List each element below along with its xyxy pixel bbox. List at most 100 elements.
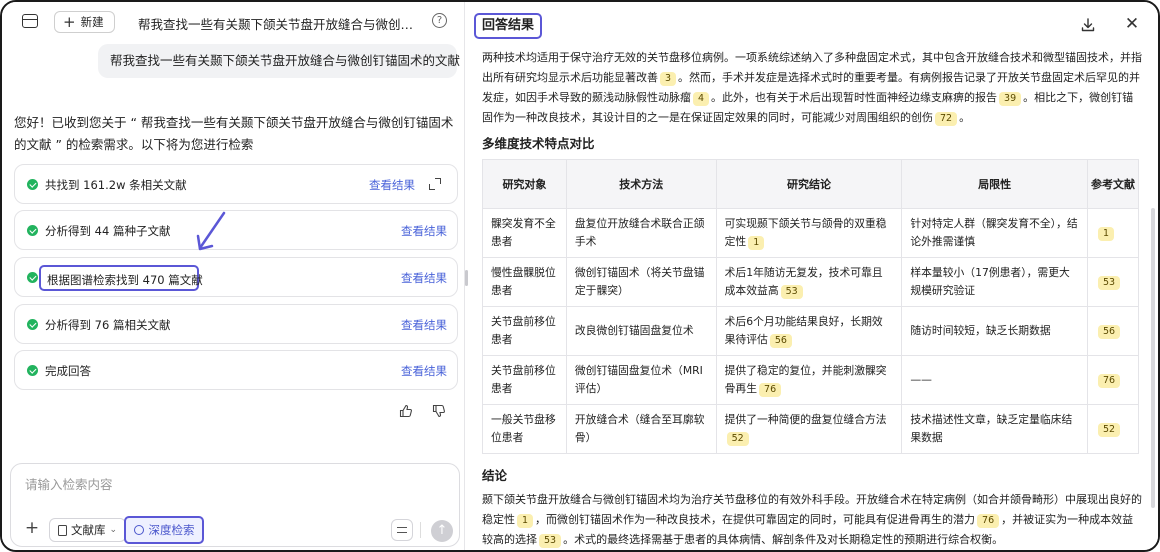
column-header: 研究结论 [715, 159, 903, 209]
intro-text: 。此外，也有关于术后出现暂时性面神经边缘支麻痹的报告 [711, 91, 998, 104]
plus-icon: + [63, 12, 76, 31]
library-select[interactable]: 文献库 ⌄ [49, 518, 127, 542]
cell-subject: 髁突发育不全患者 [482, 208, 567, 258]
cell-conclusion: 术后6个月功能结果良好，长期效果待评估 56 [715, 306, 903, 356]
cell-method: 微创钉锚固术（将关节盘锚定于髁突） [565, 257, 717, 307]
expand-icon[interactable] [429, 178, 441, 190]
step-text: 共找到 161.2w 条相关文献 [45, 178, 187, 192]
column-header: 参考文献 [1086, 159, 1140, 209]
column-header: 技术方法 [565, 159, 717, 209]
deep-search-button[interactable]: 深度检索 [124, 516, 204, 544]
step-card: 完成回答 查看结果 [14, 350, 458, 390]
view-results-link[interactable]: 查看结果 [401, 270, 447, 286]
cell-subject: 关节盘前移位患者 [482, 306, 567, 356]
column-header: 研究对象 [482, 159, 567, 209]
send-button[interactable]: ↑ [431, 520, 453, 542]
cell-limitation: 技术描述性文章，缺乏定量临床结果数据 [901, 404, 1088, 454]
citation-badge[interactable]: 76 [977, 514, 1000, 528]
scrollbar[interactable] [1151, 208, 1155, 508]
table-header-row: 研究对象 技术方法 研究结论 局限性 参考文献 [482, 159, 1140, 209]
divider [420, 522, 421, 538]
settings-sliders-icon[interactable] [391, 519, 413, 541]
check-icon [27, 179, 38, 190]
column-header: 局限性 [901, 159, 1088, 209]
attach-plus-icon[interactable]: + [23, 520, 41, 538]
search-input-box[interactable]: 请输入检索内容 + 文献库 ⌄ 深度检索 ↑ [10, 463, 460, 547]
citation-badge[interactable]: 53 [1097, 276, 1121, 290]
cell-limitation: 随访时间较短，缺乏长期数据 [901, 306, 1088, 356]
resize-handle[interactable] [465, 270, 468, 286]
cell-method: 改良微创钉锚固盘复位术 [565, 306, 717, 356]
cell-limitation: 针对特定人群（髁突发育不全），结论外推需谨慎 [901, 208, 1088, 258]
view-results-link[interactable]: 查看结果 [401, 317, 447, 333]
chat-title: 帮我查找一些有关颞下颌关节盘开放缝合与微创钉锚固术的文献 [138, 17, 420, 32]
deep-search-icon [133, 525, 144, 535]
citation-badge[interactable]: 52 [726, 432, 749, 446]
citation-badge[interactable]: 1 [1097, 227, 1115, 241]
citation-badge[interactable]: 52 [1097, 423, 1121, 437]
step-text: 完成回答 [45, 364, 91, 378]
deep-search-label: 深度检索 [148, 523, 195, 537]
cell-conclusion: 术后1年随访无复发，技术可靠且成本效益高 53 [715, 257, 903, 307]
citation-badge[interactable]: 4 [693, 92, 710, 106]
citation-badge[interactable]: 3 [660, 72, 677, 86]
cell-conclusion: 提供了一种简便的盘复位缝合方法 52 [715, 404, 903, 454]
cell-method: 微创钉锚固盘复位术（MRI评估） [565, 355, 717, 405]
citation-badge[interactable]: 53 [780, 285, 803, 299]
cell-method: 开放缝合术（缝合至耳廓软骨） [565, 404, 717, 454]
table-row: 一般关节盘移位患者 开放缝合术（缝合至耳廓软骨） 提供了一种简便的盘复位缝合方法… [482, 404, 1140, 454]
step-text: 根据图谱检索找到 470 篇文献 [47, 273, 203, 287]
conclusion-paragraph: 颞下颌关节盘开放缝合与微创钉锚固术均为治疗关节盘移位的有效外科手段。开放缝合术在… [482, 490, 1142, 550]
citation-badge[interactable]: 76 [1097, 374, 1121, 388]
citation-badge[interactable]: 53 [539, 534, 562, 548]
download-icon[interactable] [1080, 17, 1096, 33]
chat-topbar: + 新建 帮我查找一些有关颞下颌关节盘开放缝合与微创钉锚固术的文献 ? [2, 2, 464, 42]
conclusion-text: 术后6个月功能结果良好，长期效果待评估 [724, 315, 883, 346]
citation-badge[interactable]: 39 [999, 92, 1022, 106]
chevron-down-icon: ⌄ [109, 525, 118, 535]
annotation-arrow-icon [196, 211, 226, 251]
cell-reference: 76 [1086, 355, 1140, 405]
view-results-link[interactable]: 查看结果 [401, 363, 447, 379]
conclusion-text: 术后1年随访无复发，技术可靠且成本效益高 [724, 266, 883, 297]
check-icon [27, 225, 38, 236]
library-label: 文献库 [71, 523, 106, 537]
cell-reference: 56 [1086, 306, 1140, 356]
citation-badge[interactable]: 1 [748, 236, 765, 250]
sidebar-toggle-icon[interactable] [22, 14, 38, 28]
conclusion-text: ，而微创钉锚固术作为一种改良技术，在提供可靠固定的同时，可能具有促进骨再生的潜力 [535, 513, 976, 526]
app-window: + 新建 帮我查找一些有关颞下颌关节盘开放缝合与微创钉锚固术的文献 ? 帮我查找… [0, 0, 1160, 552]
step-text: 分析得到 76 篇相关文献 [45, 318, 171, 332]
cell-limitation: —— [901, 355, 1088, 405]
step-card: 分析得到 44 篇种子文献 查看结果 [14, 210, 458, 250]
check-icon [27, 365, 38, 376]
citation-badge[interactable]: 56 [769, 334, 792, 348]
cell-subject: 慢性盘髁脱位患者 [482, 257, 567, 307]
comparison-table: 研究对象 技术方法 研究结论 局限性 参考文献 髁突发育不全患者 盘复位开放缝合… [482, 159, 1140, 454]
result-panel: 回答结果 ✕ 两种技术均适用于保守治疗无效的关节盘移位病例。一项系统综述纳入了多… [470, 2, 1158, 550]
citation-badge[interactable]: 72 [935, 112, 958, 126]
close-icon[interactable]: ✕ [1124, 16, 1140, 33]
result-title: 回答结果 [474, 13, 542, 39]
citation-badge[interactable]: 56 [1097, 325, 1121, 339]
cell-limitation: 样本量较小（17例患者），需更大规模研究验证 [901, 257, 1088, 307]
view-results-link[interactable]: 查看结果 [401, 223, 447, 239]
table-row: 关节盘前移位患者 微创钉锚固盘复位术（MRI评估） 提供了稳定的复位，并能刺激髁… [482, 355, 1140, 405]
cell-subject: 一般关节盘移位患者 [482, 404, 567, 454]
table-row: 关节盘前移位患者 改良微创钉锚固盘复位术 术后6个月功能结果良好，长期效果待评估… [482, 306, 1140, 356]
thumbs-down-icon[interactable] [432, 404, 446, 418]
help-icon[interactable]: ? [432, 13, 447, 28]
new-chat-button[interactable]: + 新建 [54, 11, 115, 33]
citation-badge[interactable]: 76 [759, 383, 782, 397]
thumbs-up-icon[interactable] [399, 404, 413, 418]
citation-badge[interactable]: 1 [517, 514, 534, 528]
step-card: 分析得到 76 篇相关文献 查看结果 [14, 304, 458, 344]
table-row: 慢性盘髁脱位患者 微创钉锚固术（将关节盘锚定于髁突） 术后1年随访无复发，技术可… [482, 257, 1140, 307]
section-heading-conclusion: 结论 [482, 468, 508, 483]
document-icon [58, 524, 67, 536]
conclusion-text: 提供了一种简便的盘复位缝合方法 [724, 413, 887, 426]
conclusion-text: 提供了稳定的复位，并能刺激髁突骨再生 [724, 364, 887, 395]
view-results-link[interactable]: 查看结果 [369, 177, 415, 193]
step-card: 根据图谱检索找到 470 篇文献 查看结果 [14, 257, 458, 297]
cell-subject: 关节盘前移位患者 [482, 355, 567, 405]
